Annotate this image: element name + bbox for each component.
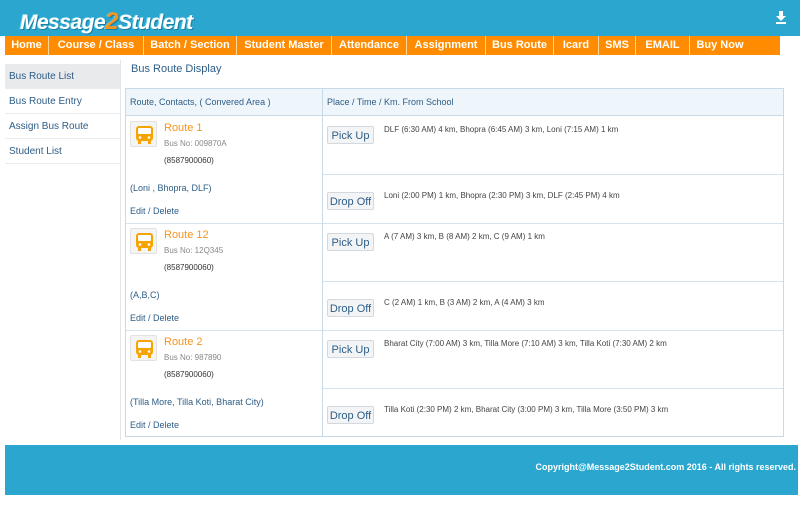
nav-batch-section[interactable]: Batch / Section: [144, 36, 237, 55]
sidebar: Bus Route List Bus Route Entry Assign Bu…: [5, 64, 120, 164]
pickup-schedule: A (7 AM) 3 km, B (8 AM) 2 km, C (9 AM) 1…: [384, 232, 545, 241]
bus-route-table: Route, Contacts, ( Convered Area ) Place…: [125, 88, 784, 437]
pickup-schedule: Bharat City (7:00 AM) 3 km, Tilla More (…: [384, 339, 667, 348]
pickup-row: Pick Up DLF (6:30 AM) 4 km, Bhopra (6:45…: [323, 117, 783, 175]
covered-area: (Loni , Bhopra, DLF): [130, 183, 212, 193]
route-cell: Route 12 Bus No: 12Q345 (8587900060) (A,…: [126, 224, 322, 331]
nav-buy-now[interactable]: Buy Now: [690, 36, 750, 55]
dropoff-row: Drop Off Loni (2:00 PM) 1 km, Bhopra (2:…: [323, 175, 783, 224]
nav-attendance[interactable]: Attendance: [332, 36, 407, 55]
bus-number: Bus No: 12Q345: [164, 246, 224, 255]
nav-course-class[interactable]: Course / Class: [49, 36, 144, 55]
contact-phone: (8587900060): [164, 156, 214, 165]
copyright-text: Copyright@Message2Student.com 2016 - All…: [535, 462, 796, 472]
nav-email[interactable]: EMAIL: [636, 36, 690, 55]
edit-delete-link[interactable]: Edit / Delete: [130, 420, 179, 430]
route-name[interactable]: Route 2: [164, 336, 203, 348]
covered-area: (A,B,C): [130, 290, 160, 300]
pick-up-button[interactable]: Pick Up: [327, 126, 374, 144]
nav-assignment[interactable]: Assignment: [407, 36, 486, 55]
page-title: Bus Route Display: [131, 63, 222, 75]
bus-icon: [130, 121, 157, 147]
edit-delete-link[interactable]: Edit / Delete: [130, 206, 179, 216]
dropoff-row: Drop Off C (2 AM) 1 km, B (3 AM) 2 km, A…: [323, 282, 783, 331]
covered-area: (Tilla More, Tilla Koti, Bharat City): [130, 397, 264, 407]
pick-up-button[interactable]: Pick Up: [327, 340, 374, 358]
column-header-route: Route, Contacts, ( Convered Area ): [130, 97, 271, 107]
drop-off-button[interactable]: Drop Off: [327, 406, 374, 424]
pickup-row: Pick Up A (7 AM) 3 km, B (8 AM) 2 km, C …: [323, 224, 783, 282]
edit-delete-link[interactable]: Edit / Delete: [130, 313, 179, 323]
drop-off-button[interactable]: Drop Off: [327, 299, 374, 317]
main-nav: Home Course / Class Batch / Section Stud…: [5, 36, 780, 55]
header-bar: Message2Student: [0, 0, 800, 36]
sidebar-item-assign-bus-route[interactable]: Assign Bus Route: [5, 114, 120, 139]
pick-up-button[interactable]: Pick Up: [327, 233, 374, 251]
bus-number: Bus No: 987890: [164, 353, 222, 362]
sidebar-divider: [120, 60, 121, 440]
pickup-row: Pick Up Bharat City (7:00 AM) 3 km, Till…: [323, 331, 783, 389]
bus-icon: [130, 335, 157, 361]
route-name[interactable]: Route 1: [164, 122, 203, 134]
route-cell: Route 1 Bus No: 009870A (8587900060) (Lo…: [126, 117, 322, 224]
sidebar-item-bus-route-list[interactable]: Bus Route List: [5, 64, 120, 89]
nav-icard[interactable]: Icard: [554, 36, 599, 55]
footer: Copyright@Message2Student.com 2016 - All…: [5, 445, 798, 495]
column-header-place: Place / Time / Km. From School: [327, 97, 454, 107]
sidebar-item-student-list[interactable]: Student List: [5, 139, 120, 164]
download-icon[interactable]: [776, 11, 786, 24]
route-name[interactable]: Route 12: [164, 229, 209, 241]
route-cell: Route 2 Bus No: 987890 (8587900060) (Til…: [126, 331, 322, 436]
contact-phone: (8587900060): [164, 370, 214, 379]
bus-icon: [130, 228, 157, 254]
dropoff-schedule: Loni (2:00 PM) 1 km, Bhopra (2:30 PM) 3 …: [384, 191, 620, 200]
table-header: Route, Contacts, ( Convered Area ) Place…: [126, 89, 783, 116]
nav-home[interactable]: Home: [5, 36, 49, 55]
nav-sms[interactable]: SMS: [599, 36, 636, 55]
nav-student-master[interactable]: Student Master: [237, 36, 332, 55]
drop-off-button[interactable]: Drop Off: [327, 192, 374, 210]
bus-number: Bus No: 009870A: [164, 139, 227, 148]
dropoff-row: Drop Off Tilla Koti (2:30 PM) 2 km, Bhar…: [323, 389, 783, 436]
contact-phone: (8587900060): [164, 263, 214, 272]
logo[interactable]: Message2Student: [20, 8, 193, 36]
sidebar-item-bus-route-entry[interactable]: Bus Route Entry: [5, 89, 120, 114]
nav-bus-route[interactable]: Bus Route: [486, 36, 554, 55]
dropoff-schedule: C (2 AM) 1 km, B (3 AM) 2 km, A (4 AM) 3…: [384, 298, 545, 307]
pickup-schedule: DLF (6:30 AM) 4 km, Bhopra (6:45 AM) 3 k…: [384, 125, 619, 134]
dropoff-schedule: Tilla Koti (2:30 PM) 2 km, Bharat City (…: [384, 405, 669, 414]
